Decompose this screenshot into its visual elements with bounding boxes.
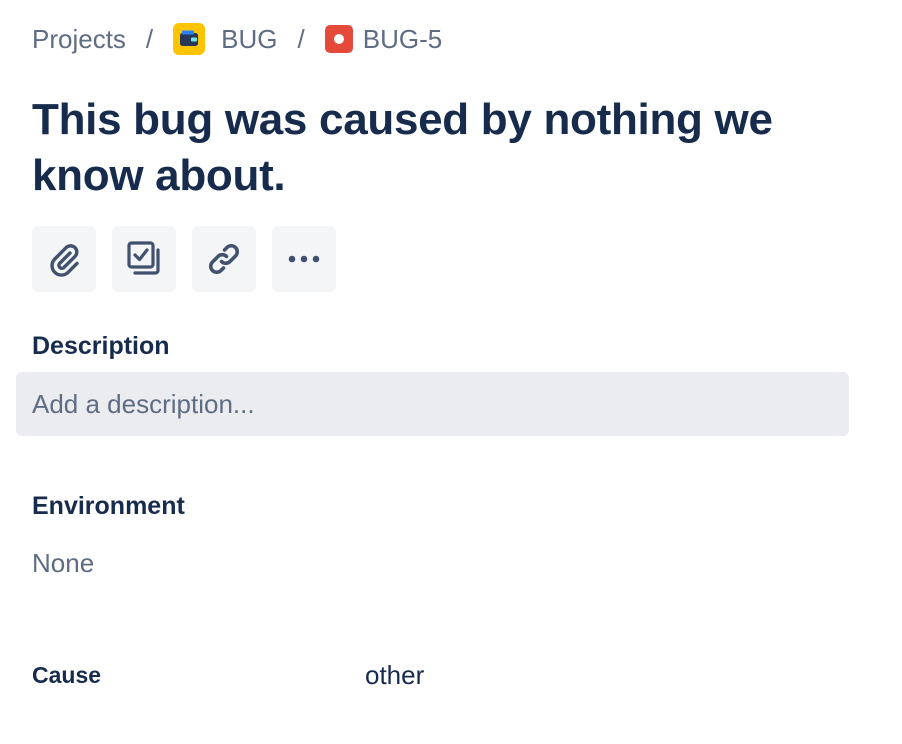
breadcrumb-issue-link[interactable]: BUG-5 xyxy=(324,23,443,55)
link-icon xyxy=(204,239,244,279)
add-child-issue-button[interactable] xyxy=(112,226,176,292)
paperclip-icon xyxy=(44,239,84,279)
more-actions-button[interactable] xyxy=(272,226,336,292)
description-label: Description xyxy=(32,332,170,360)
project-avatar-icon xyxy=(173,23,206,55)
breadcrumb-projects-label: Projects xyxy=(32,23,126,54)
cause-field[interactable]: other xyxy=(365,660,424,691)
environment-label: Environment xyxy=(32,492,185,520)
breadcrumb-separator: / xyxy=(297,23,305,54)
subtask-icon xyxy=(124,239,164,279)
breadcrumb-projects-link[interactable]: Projects xyxy=(32,24,126,55)
issue-title[interactable]: This bug was caused by nothing we know a… xyxy=(32,92,852,204)
bug-icon xyxy=(324,25,353,53)
environment-field[interactable]: None xyxy=(32,548,94,579)
attach-button[interactable] xyxy=(32,226,96,292)
breadcrumb-project-link[interactable]: BUG xyxy=(173,23,278,55)
breadcrumb-issue-key: BUG-5 xyxy=(362,23,443,54)
link-issue-button[interactable] xyxy=(192,226,256,292)
issue-toolbar xyxy=(32,226,336,292)
breadcrumb: Projects / BUG / BUG-5 xyxy=(32,20,442,58)
issue-view: Projects / BUG / BUG-5 This bug was caus… xyxy=(0,0,902,744)
more-icon xyxy=(284,239,324,279)
cause-label: Cause xyxy=(32,662,102,688)
description-placeholder: Add a description... xyxy=(32,388,255,419)
description-field[interactable]: Add a description... xyxy=(16,372,849,436)
breadcrumb-separator: / xyxy=(145,23,154,54)
breadcrumb-project-key: BUG xyxy=(221,23,278,54)
